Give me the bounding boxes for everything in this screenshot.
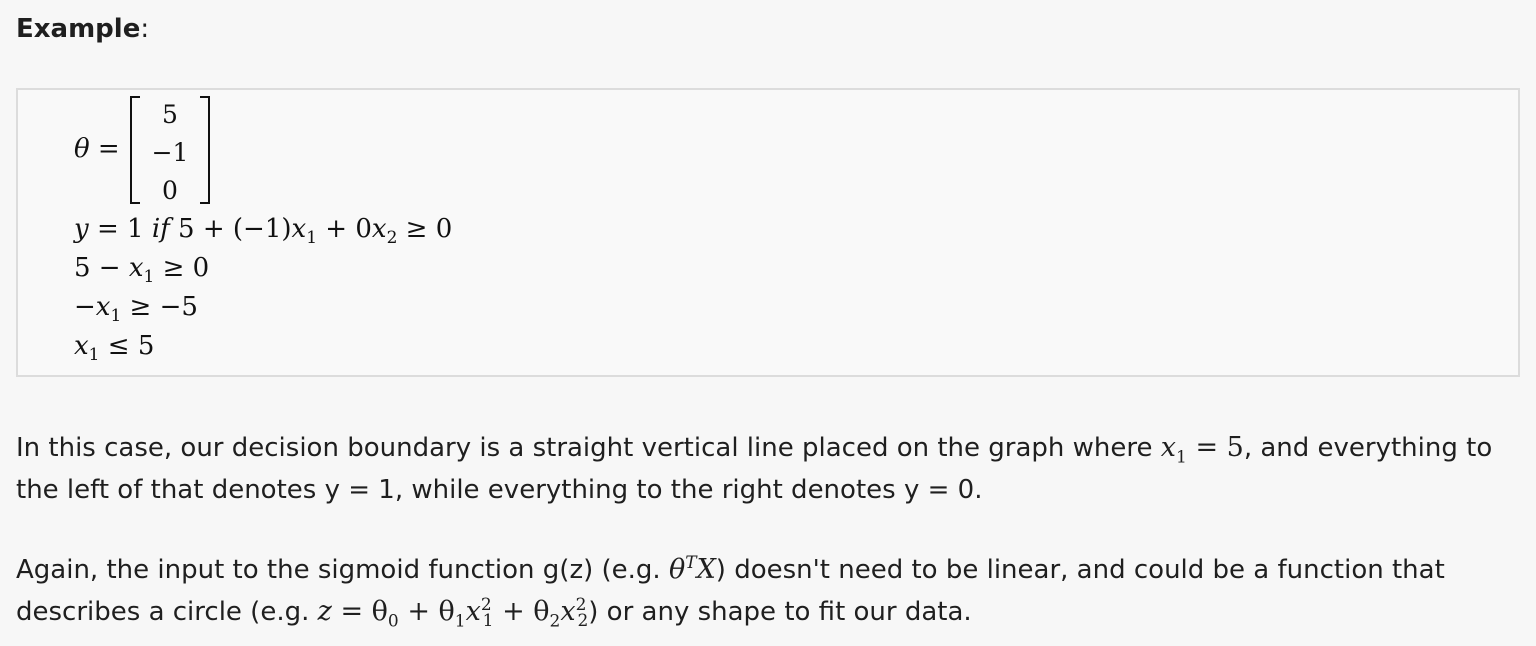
math-block: θ = 5 −1 0 y = 1 if 5 + (−1)x1 + 0x2 ≥ 0… [16, 88, 1520, 377]
theta-equals: θ = [74, 134, 120, 164]
matrix-cell-3: 0 [162, 176, 178, 205]
matrix-cell-1: 5 [162, 100, 178, 129]
matrix-right-bracket [200, 96, 210, 204]
math-line-2: 5 − x1 ≥ 0 [74, 253, 210, 288]
theta-matrix: 5 −1 0 [130, 96, 210, 205]
example-heading: Example: [16, 14, 150, 44]
paragraph-sigmoid-input: Again, the input to the sigmoid function… [16, 553, 1445, 632]
math-line-4: x1 ≤ 5 [74, 331, 155, 366]
paragraph-decision-boundary: In this case, our decision boundary is a… [16, 432, 1493, 505]
math-line-3: −x1 ≥ −5 [74, 292, 198, 327]
matrix-cell-2: −1 [151, 138, 189, 167]
math-line-1: y = 1 if 5 + (−1)x1 + 0x2 ≥ 0 [74, 214, 453, 249]
